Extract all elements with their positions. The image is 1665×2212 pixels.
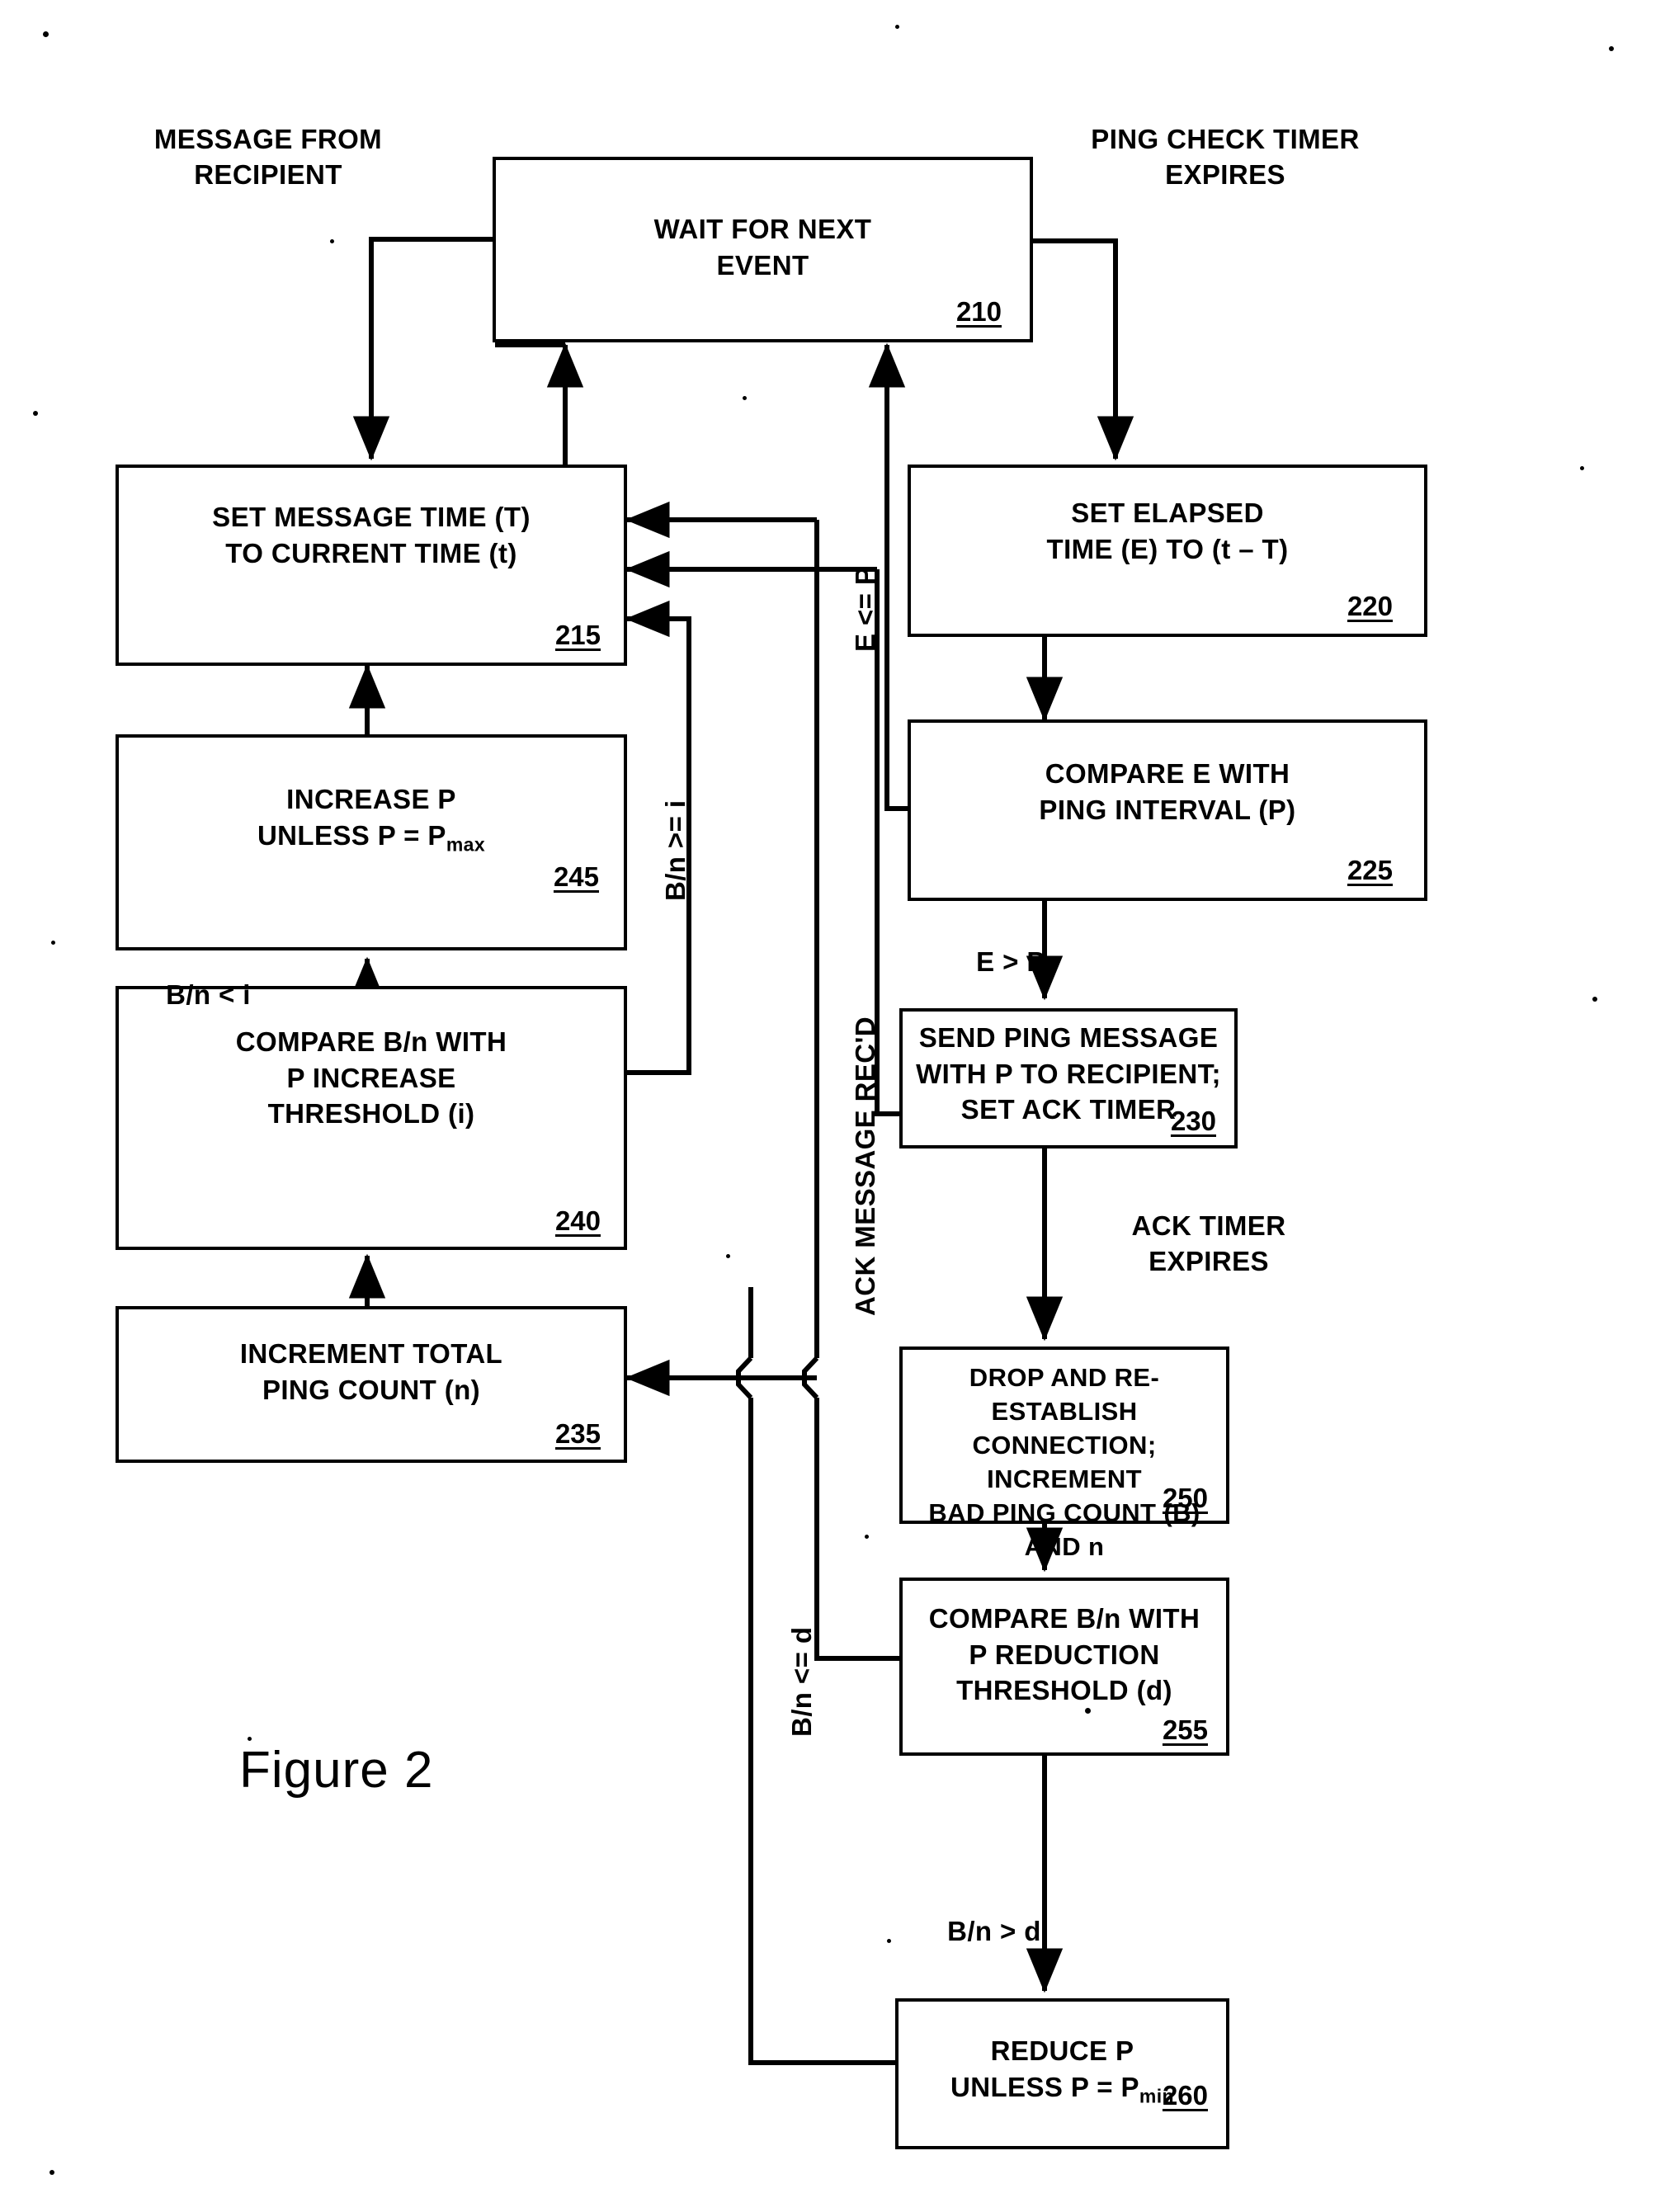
box-240-ref: 240 xyxy=(554,1205,601,1236)
scan-speck xyxy=(865,1535,869,1539)
scan-speck xyxy=(743,396,747,400)
box-220-text: SET ELAPSED TIME (E) TO (t – T) xyxy=(1046,498,1289,564)
scan-speck xyxy=(1085,1708,1091,1714)
edge-label-e-gt-p: E > P xyxy=(976,946,1045,977)
scan-speck xyxy=(1592,997,1597,1002)
box-220-ref: 220 xyxy=(1347,591,1393,621)
edge-label-bn-lt-i: B/n < i xyxy=(166,979,251,1010)
scan-speck xyxy=(50,2170,54,2175)
edge-label-bn-gt-d: B/n > d xyxy=(947,1916,1041,1946)
process-box-260[interactable]: REDUCE P UNLESS P = Pmin 260 xyxy=(895,1998,1229,2149)
box-215-text: SET MESSAGE TIME (T) TO CURRENT TIME (t) xyxy=(212,502,531,568)
scan-speck xyxy=(895,25,899,29)
box-245-line2: UNLESS P = Pmax xyxy=(257,819,486,856)
figure-canvas: WAIT FOR NEXT EVENT 210 SET MESSAGE TIME … xyxy=(0,0,1665,2212)
process-box-225[interactable]: COMPARE E WITH PING INTERVAL (P) 225 xyxy=(908,719,1427,901)
edge-label-bn-ge-i: B/n >= i xyxy=(660,799,691,901)
box-255-text: COMPARE B/n WITH P REDUCTION THRESHOLD (d) xyxy=(928,1603,1200,1706)
box-255-ref: 255 xyxy=(1162,1714,1208,1745)
box-260-ref: 260 xyxy=(1162,2080,1208,2111)
edge-label-ack-timer-expires: ACK TIMER EXPIRES xyxy=(1131,1210,1286,1276)
figure-caption: Figure 2 xyxy=(239,1742,434,1799)
box-210-ref: 210 xyxy=(955,296,1002,327)
edge-label-ack-message-recd: ACK MESSAGE REC'D xyxy=(850,1016,880,1316)
scan-speck xyxy=(726,1254,730,1258)
scan-speck xyxy=(330,239,334,243)
box-240-text: COMPARE B/n WITH P INCREASE THRESHOLD (i) xyxy=(235,1026,507,1130)
box-210-text: WAIT FOR NEXT EVENT xyxy=(653,214,872,281)
process-box-210[interactable]: WAIT FOR NEXT EVENT 210 xyxy=(493,157,1033,342)
scan-speck xyxy=(248,1737,252,1741)
process-box-215[interactable]: SET MESSAGE TIME (T) TO CURRENT TIME (t) … xyxy=(116,465,627,666)
scan-speck xyxy=(33,411,38,416)
scan-speck xyxy=(1580,466,1584,470)
process-box-230[interactable]: SEND PING MESSAGE WITH P TO RECIPIENT; SET… xyxy=(899,1008,1238,1148)
edge-label-bn-le-d: B/n <= d xyxy=(786,1626,817,1737)
box-215-ref: 215 xyxy=(554,620,601,650)
scan-speck xyxy=(887,1939,891,1943)
box-230-ref: 230 xyxy=(1170,1106,1216,1136)
box-245-ref: 245 xyxy=(553,861,599,892)
process-box-220[interactable]: SET ELAPSED TIME (E) TO (t – T) 220 xyxy=(908,465,1427,637)
box-245-text: INCREASE P UNLESS P = Pmax xyxy=(257,784,486,856)
box-235-ref: 235 xyxy=(554,1418,601,1449)
scan-speck xyxy=(51,941,55,945)
edge-label-message-from-recipient: MESSAGE FROM RECIPIENT xyxy=(153,124,383,190)
process-box-240[interactable]: COMPARE B/n WITH P INCREASE THRESHOLD (i) … xyxy=(116,986,627,1250)
process-box-235[interactable]: INCREMENT TOTAL PING COUNT (n) 235 xyxy=(116,1306,627,1463)
scan-speck xyxy=(43,31,49,37)
scan-speck xyxy=(1609,46,1614,51)
box-225-ref: 225 xyxy=(1347,855,1393,885)
box-260-line2: UNLESS P = Pmin xyxy=(950,2071,1174,2107)
process-box-255[interactable]: COMPARE B/n WITH P REDUCTION THRESHOLD (d)… xyxy=(899,1578,1229,1756)
process-box-245[interactable]: INCREASE P UNLESS P = Pmax 245 xyxy=(116,734,627,950)
process-box-250[interactable]: DROP AND RE-ESTABLISH CONNECTION; INCREME… xyxy=(899,1347,1229,1561)
box-235-text: INCREMENT TOTAL PING COUNT (n) xyxy=(239,1338,503,1405)
edge-label-ping-check-timer-expires: PING CHECK TIMER EXPIRES xyxy=(1091,124,1360,190)
box-250-ref: 250 xyxy=(1162,1483,1208,1513)
box-250-text: DROP AND RE-ESTABLISH CONNECTION; INCREME… xyxy=(928,1363,1200,1561)
box-245-subscript: max xyxy=(446,833,486,856)
edge-label-e-le-p: E <= P xyxy=(850,566,880,652)
box-225-text: COMPARE E WITH PING INTERVAL (P) xyxy=(1039,758,1296,825)
